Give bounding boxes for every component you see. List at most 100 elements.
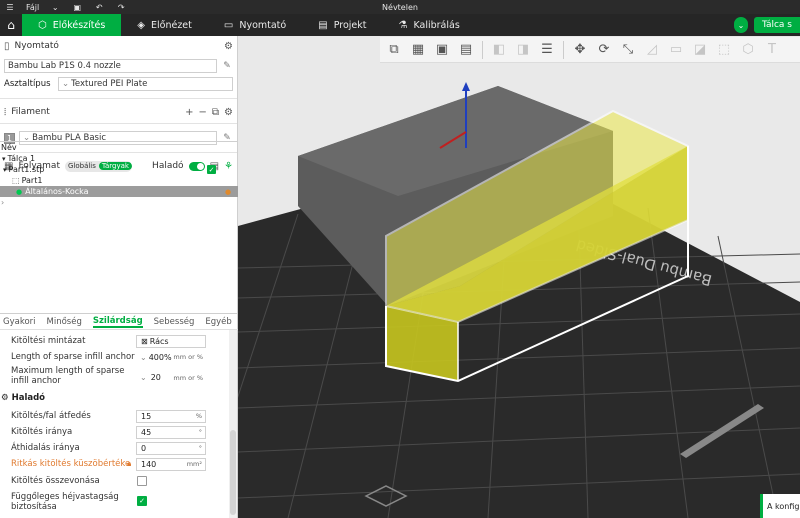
- seam-paint-icon[interactable]: ⬚: [714, 40, 734, 60]
- move-icon[interactable]: ✥: [570, 40, 590, 60]
- advanced-icon: ⚙: [1, 393, 9, 403]
- infill-pattern-select[interactable]: ⊠ Rács: [136, 334, 206, 348]
- collapse-arrow-icon[interactable]: ▾: [2, 155, 6, 163]
- tab-calibration[interactable]: ⚗ Kalibrálás: [382, 14, 475, 36]
- tree-row-object[interactable]: ▾ Part1.stp ✓: [0, 164, 238, 175]
- bridge-direction-row: Áthidalás iránya 0 °: [0, 441, 228, 455]
- tree-row-modifier[interactable]: ● Általános-Kocka ●: [0, 186, 238, 197]
- printer-settings-gear-icon[interactable]: ⚙: [224, 41, 233, 52]
- printer-preset-select[interactable]: Bambu Lab P1S 0.4 nozzle: [4, 59, 217, 73]
- object-visible-checkbox[interactable]: ✓: [207, 165, 216, 174]
- combination-row: Kitöltés összevonása: [0, 474, 228, 488]
- infill-pattern-label: Kitöltési mintázat: [11, 336, 86, 346]
- overlap-label: Kitöltés/fal átfedés: [11, 411, 91, 421]
- collapse-arrow-icon[interactable]: ▾: [3, 166, 7, 174]
- layers-list-icon[interactable]: ☰: [537, 40, 557, 60]
- combination-label: Kitöltés összevonása: [11, 476, 100, 486]
- edit-printer-icon[interactable]: ✎: [221, 61, 233, 71]
- tab-general[interactable]: Gyakori: [3, 317, 36, 327]
- overlap-input[interactable]: 15 %: [136, 409, 206, 423]
- split-objects-icon[interactable]: ◧: [489, 40, 509, 60]
- tree-row-part[interactable]: ⬚ Part1: [0, 175, 238, 186]
- tab-others[interactable]: Egyéb: [205, 317, 231, 327]
- anchor-max-row: Maximum length of sparse infill anchor ⌄…: [0, 366, 228, 390]
- ensure-thickness-checkbox[interactable]: ✓: [137, 496, 147, 506]
- overlap-row: Kitöltés/fal átfedés 15 %: [0, 409, 228, 423]
- tab-preview[interactable]: ◈ Előnézet: [121, 14, 208, 36]
- threshold-input[interactable]: 140 mm²: [136, 457, 206, 471]
- chevron-down-icon: ⌄: [140, 373, 147, 382]
- lay-on-face-icon[interactable]: ◿: [642, 40, 662, 60]
- hamburger-menu-icon[interactable]: ☰: [4, 3, 16, 12]
- tab-strength[interactable]: Szilárdság: [92, 316, 143, 328]
- chevron-down-icon[interactable]: ⌄: [49, 3, 61, 12]
- title-bar: ☰ Fájl ⌄ ▣ ↶ ↷ Névtelen: [0, 0, 800, 14]
- tab-printer[interactable]: ▭ Nyomtató: [208, 14, 302, 36]
- 3d-viewport[interactable]: Bambu Dual-Sided ⧉ ▦ ▣ ▤ ◧ ◨ ☰ ✥ ⟳ ⤡ ◿ ▭…: [238, 36, 800, 518]
- filament-section-header: ⦙ Filament + − ⧉ ⚙: [0, 103, 237, 121]
- parameter-list: Kitöltési mintázat ⊠ Rács Length of spar…: [0, 330, 228, 518]
- printer-section-header: ▯ Nyomtató ⚙: [0, 37, 237, 55]
- tab-speed[interactable]: Sebesség: [154, 317, 195, 327]
- bridge-direction-input[interactable]: 0 °: [136, 441, 206, 455]
- tree-row-plate[interactable]: ▾ Tálca 1: [0, 153, 238, 164]
- scene-canvas[interactable]: Bambu Dual-Sided: [238, 36, 800, 518]
- chevron-down-icon: ⌄: [62, 79, 70, 89]
- plate-type-row: Asztaltípus ⌄ Textured PEI Plate: [0, 76, 237, 92]
- lock-icon[interactable]: 🔒︎: [127, 459, 131, 469]
- combination-checkbox[interactable]: [137, 476, 147, 486]
- advanced-group-label: ⚙ Haladó: [1, 393, 46, 403]
- calibration-icon: ⚗: [398, 19, 408, 31]
- save-icon[interactable]: ▣: [71, 3, 83, 12]
- divider: [0, 123, 237, 124]
- slice-plate-button[interactable]: Tálca s: [753, 17, 800, 33]
- grid-pattern-icon: ⊠: [141, 336, 148, 346]
- threshold-label: Ritkás kitöltés küszöbértéke: [11, 459, 131, 469]
- text-icon[interactable]: T: [762, 40, 782, 60]
- slice-dropdown-icon[interactable]: ⌄: [733, 17, 748, 33]
- home-icon[interactable]: ⌂: [0, 14, 22, 36]
- threshold-row: Ritkás kitöltés küszöbértéke 🔒︎ 140 mm²: [0, 457, 228, 471]
- infill-pattern-row: Kitöltési mintázat ⊠ Rács: [0, 334, 228, 348]
- chevron-down-icon: ⌄: [140, 352, 147, 362]
- grid-add-icon[interactable]: ▦: [408, 40, 428, 60]
- arrange-icon[interactable]: ▤: [456, 40, 476, 60]
- boolean-icon[interactable]: ⬡: [738, 40, 758, 60]
- undo-icon[interactable]: ↶: [93, 3, 105, 12]
- add-filament-icon[interactable]: +: [185, 107, 193, 118]
- tab-project[interactable]: ▤ Projekt: [302, 14, 382, 36]
- filament-icon: ⦙: [4, 106, 7, 118]
- parameter-tabs: Gyakori Minőség Szilárdság Sebesség Egyé…: [0, 314, 238, 330]
- divider: [0, 98, 237, 99]
- direction-input[interactable]: 45 °: [136, 425, 206, 439]
- split-parts-icon[interactable]: ◨: [513, 40, 533, 60]
- file-menu[interactable]: Fájl: [26, 3, 39, 12]
- ams-sync-icon[interactable]: ⧉: [212, 107, 219, 118]
- scrollbar-thumb[interactable]: [230, 430, 236, 515]
- anchor-label: Length of sparse infill anchor: [11, 352, 135, 362]
- expand-arrow-icon[interactable]: ›: [0, 197, 238, 208]
- redo-icon[interactable]: ↷: [115, 3, 127, 12]
- viewport-toolbar: ⧉ ▦ ▣ ▤ ◧ ◨ ☰ ✥ ⟳ ⤡ ◿ ▭ ◪ ⬚ ⬡ T: [380, 37, 800, 63]
- notification-toast[interactable]: A konfigur: [760, 494, 800, 518]
- cut-icon[interactable]: ▭: [666, 40, 686, 60]
- tab-prepare[interactable]: ⬡ Előkészítés: [22, 14, 122, 36]
- anchor-max-input[interactable]: ⌄ 20 mm or %: [136, 371, 206, 384]
- plate-type-select[interactable]: ⌄ Textured PEI Plate: [58, 77, 233, 91]
- parameter-scrollbar[interactable]: [229, 330, 237, 518]
- lock-icon[interactable]: ●: [225, 188, 231, 196]
- anchor-max-label: Maximum length of sparse infill anchor: [11, 366, 125, 386]
- plate-type-label: Asztaltípus: [4, 79, 51, 89]
- orient-icon[interactable]: ▣: [432, 40, 452, 60]
- rotate-icon[interactable]: ⟳: [594, 40, 614, 60]
- prepare-icon: ⬡: [38, 19, 47, 31]
- direction-row: Kitöltés iránya 45 °: [0, 425, 228, 439]
- scale-icon[interactable]: ⤡: [618, 40, 638, 60]
- add-object-icon[interactable]: ⧉: [384, 40, 404, 60]
- toolbar-divider: [482, 40, 483, 59]
- filament-settings-gear-icon[interactable]: ⚙: [224, 107, 233, 118]
- support-paint-icon[interactable]: ◪: [690, 40, 710, 60]
- remove-filament-icon[interactable]: −: [199, 107, 207, 118]
- anchor-input[interactable]: ⌄ 400% mm or %: [136, 351, 206, 364]
- tab-quality[interactable]: Minőség: [47, 317, 82, 327]
